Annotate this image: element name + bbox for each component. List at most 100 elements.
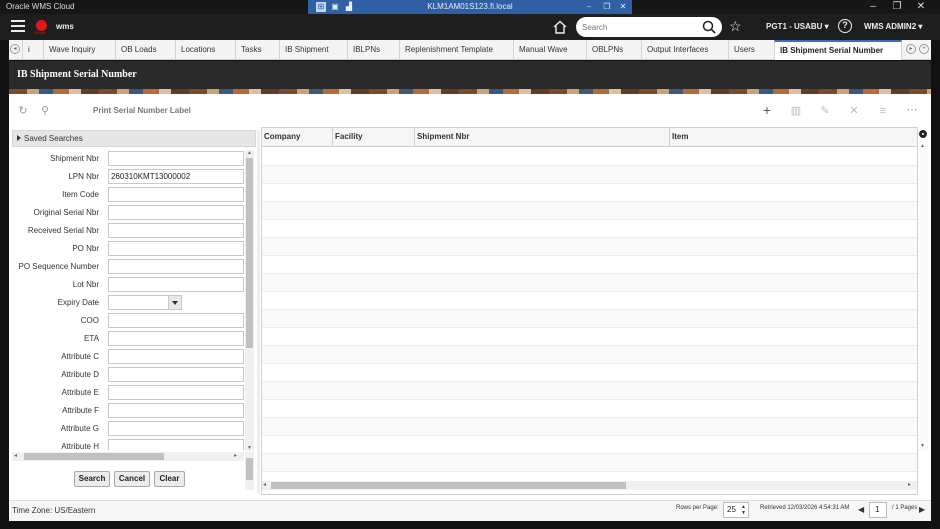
- table-row[interactable]: [262, 382, 917, 400]
- close-icon[interactable]: ✕: [914, 1, 928, 12]
- table-row[interactable]: [262, 274, 917, 292]
- tab-oblpns[interactable]: OBLPNs: [586, 40, 641, 60]
- table-row[interactable]: [262, 292, 917, 310]
- grid-horizontal-scrollbar[interactable]: ◂ ▸: [262, 481, 917, 490]
- scroll-down-icon[interactable]: ▼: [246, 445, 253, 451]
- received-serial-nbr-input[interactable]: [108, 223, 244, 238]
- tab-manual-wave[interactable]: Manual Wave: [513, 40, 586, 60]
- attribute-d-input[interactable]: [108, 367, 244, 382]
- search-button[interactable]: Search: [74, 471, 110, 487]
- prev-page-icon[interactable]: ◀: [858, 505, 864, 514]
- spinner-icon[interactable]: ▲ ▼: [741, 504, 746, 516]
- table-row[interactable]: [262, 310, 917, 328]
- facility-selector[interactable]: PGT1 - USABU ▾: [766, 22, 829, 31]
- lot-nbr-input[interactable]: [108, 277, 244, 292]
- expiry-date-select[interactable]: [108, 295, 182, 310]
- tab-truncated[interactable]: i: [22, 40, 42, 60]
- scroll-down-icon[interactable]: ▼: [920, 443, 925, 449]
- tab-wave-inquiry[interactable]: Wave Inquiry: [43, 40, 115, 60]
- tab-scroll-right-icon[interactable]: ▸: [906, 44, 916, 54]
- maximize-icon[interactable]: ❐: [890, 1, 904, 12]
- table-row[interactable]: [262, 400, 917, 418]
- refresh-icon[interactable]: ↻: [17, 105, 29, 117]
- column-header-item[interactable]: Item: [670, 128, 917, 147]
- scroll-thumb[interactable]: [271, 482, 626, 489]
- tab-scroll-left-icon[interactable]: ◂: [10, 44, 20, 54]
- rows-per-page-select[interactable]: 25 ▲ ▼: [723, 502, 749, 518]
- more-icon[interactable]: ⋯: [906, 104, 918, 116]
- minimize-icon[interactable]: –: [866, 1, 880, 12]
- original-serial-nbr-input[interactable]: [108, 205, 244, 220]
- fields-horizontal-scrollbar[interactable]: ◂ ▸: [12, 452, 244, 461]
- fields-vertical-scrollbar[interactable]: ▲ ▼: [245, 150, 254, 451]
- table-row[interactable]: [262, 364, 917, 382]
- po-sequence-number-input[interactable]: [108, 259, 244, 274]
- cancel-icon[interactable]: ✕: [848, 105, 860, 117]
- grid-vertical-scrollbar[interactable]: ▲ ▼: [919, 141, 928, 451]
- attribute-c-input[interactable]: [108, 349, 244, 364]
- scroll-thumb[interactable]: [246, 158, 253, 348]
- clear-button[interactable]: Clear: [154, 471, 185, 487]
- tab-ob-loads[interactable]: OB Loads: [115, 40, 175, 60]
- tab-replenishment-template[interactable]: Replenishment Template: [399, 40, 513, 60]
- scroll-left-icon[interactable]: ◂: [263, 481, 266, 488]
- delete-icon[interactable]: ▥: [790, 105, 802, 117]
- scroll-left-icon[interactable]: ◂: [14, 452, 17, 459]
- scroll-up-icon[interactable]: ▲: [920, 143, 925, 149]
- table-row[interactable]: [262, 148, 917, 166]
- table-row[interactable]: [262, 184, 917, 202]
- tab-iblpns[interactable]: IBLPNs: [347, 40, 399, 60]
- coo-input[interactable]: [108, 313, 244, 328]
- table-row[interactable]: [262, 166, 917, 184]
- po-nbr-input[interactable]: [108, 241, 244, 256]
- cancel-button[interactable]: Cancel: [114, 471, 150, 487]
- tab-output-interfaces[interactable]: Output Interfaces: [641, 40, 728, 60]
- table-row[interactable]: [262, 454, 917, 472]
- rdp-restore-icon[interactable]: ❐: [602, 2, 612, 12]
- column-header-shipment-nbr[interactable]: Shipment Nbr: [415, 128, 670, 147]
- rdp-minimize-icon[interactable]: –: [584, 2, 594, 12]
- page-number-input[interactable]: 1: [869, 502, 887, 518]
- table-row[interactable]: [262, 346, 917, 364]
- search-icon[interactable]: [702, 20, 716, 34]
- attribute-f-input[interactable]: [108, 403, 244, 418]
- hamburger-menu-icon[interactable]: [11, 20, 25, 32]
- table-row[interactable]: [262, 436, 917, 454]
- table-row[interactable]: [262, 202, 917, 220]
- lpn-nbr-input[interactable]: [108, 169, 244, 184]
- edit-icon[interactable]: ✎: [819, 105, 831, 117]
- table-row[interactable]: [262, 238, 917, 256]
- user-menu[interactable]: WMS ADMIN2 ▾: [864, 22, 922, 31]
- saved-searches-toggle[interactable]: Saved Searches: [12, 130, 256, 147]
- home-icon[interactable]: [552, 19, 568, 35]
- column-header-company[interactable]: Company: [262, 128, 333, 147]
- tab-users[interactable]: Users: [728, 40, 774, 60]
- comment-icon[interactable]: ≡: [877, 105, 889, 117]
- column-header-facility[interactable]: Facility: [333, 128, 415, 147]
- scroll-right-icon[interactable]: ▸: [234, 452, 237, 459]
- attribute-h-input[interactable]: [108, 439, 244, 450]
- search-input[interactable]: [582, 21, 692, 33]
- help-icon[interactable]: ?: [838, 19, 852, 33]
- tab-ib-shipment[interactable]: IB Shipment: [279, 40, 347, 60]
- scroll-thumb[interactable]: [24, 453, 164, 460]
- add-icon[interactable]: +: [761, 103, 773, 117]
- table-row[interactable]: [262, 220, 917, 238]
- scroll-up-icon[interactable]: ▲: [246, 150, 253, 156]
- scroll-right-icon[interactable]: ▸: [908, 481, 911, 488]
- tab-tasks[interactable]: Tasks: [235, 40, 279, 60]
- tab-add-icon[interactable]: +: [919, 44, 929, 54]
- panel-vertical-scrollbar[interactable]: [245, 452, 254, 490]
- tab-ib-shipment-serial-number[interactable]: IB Shipment Serial Number: [774, 40, 902, 60]
- tab-locations[interactable]: Locations: [175, 40, 235, 60]
- item-code-input[interactable]: [108, 187, 244, 202]
- scroll-thumb[interactable]: [246, 458, 253, 480]
- table-row[interactable]: [262, 328, 917, 346]
- table-row[interactable]: [262, 418, 917, 436]
- attribute-e-input[interactable]: [108, 385, 244, 400]
- dropdown-arrow-icon[interactable]: [168, 296, 181, 309]
- next-page-icon[interactable]: ▶: [919, 505, 925, 514]
- eta-input[interactable]: [108, 331, 244, 346]
- table-row[interactable]: [262, 256, 917, 274]
- print-serial-label-button[interactable]: Print Serial Number Label: [93, 106, 191, 115]
